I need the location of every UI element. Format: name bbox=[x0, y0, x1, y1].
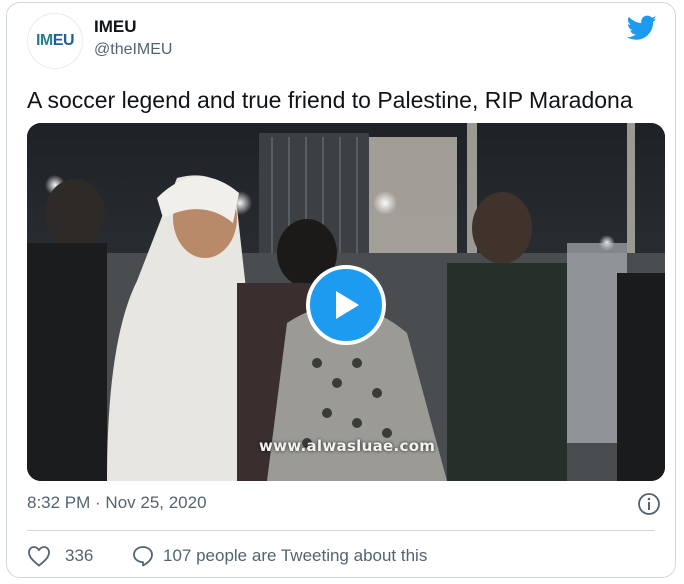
heart-icon bbox=[28, 546, 50, 567]
twitter-bird-icon[interactable] bbox=[627, 15, 657, 41]
tweet-text: A soccer legend and true friend to Pales… bbox=[27, 87, 633, 113]
like-count: 336 bbox=[65, 546, 94, 565]
tweet-card[interactable]: IMEU IMEU @theIMEU A soccer legend and t… bbox=[6, 2, 676, 578]
tweeting-about-text: 107 people are Tweeting about this bbox=[163, 546, 428, 565]
speech-bubble-icon bbox=[133, 546, 153, 567]
video-media[interactable]: www.alwasluae.com bbox=[27, 123, 665, 481]
info-icon[interactable] bbox=[637, 492, 661, 516]
video-watermark: www.alwasluae.com bbox=[259, 437, 436, 455]
play-button[interactable] bbox=[306, 265, 386, 345]
user-handle[interactable]: @theIMEU bbox=[94, 41, 172, 59]
divider bbox=[27, 530, 655, 531]
tweeting-about-link[interactable]: 107 people are Tweeting about this bbox=[131, 541, 427, 571]
avatar-logo: IMEU bbox=[35, 32, 75, 49]
like-button[interactable]: 336 bbox=[27, 541, 93, 571]
display-name[interactable]: IMEU bbox=[94, 17, 137, 37]
avatar[interactable]: IMEU bbox=[27, 13, 83, 69]
tweet-timestamp[interactable]: 8:32 PM · Nov 25, 2020 bbox=[27, 493, 207, 513]
play-icon bbox=[336, 291, 359, 319]
